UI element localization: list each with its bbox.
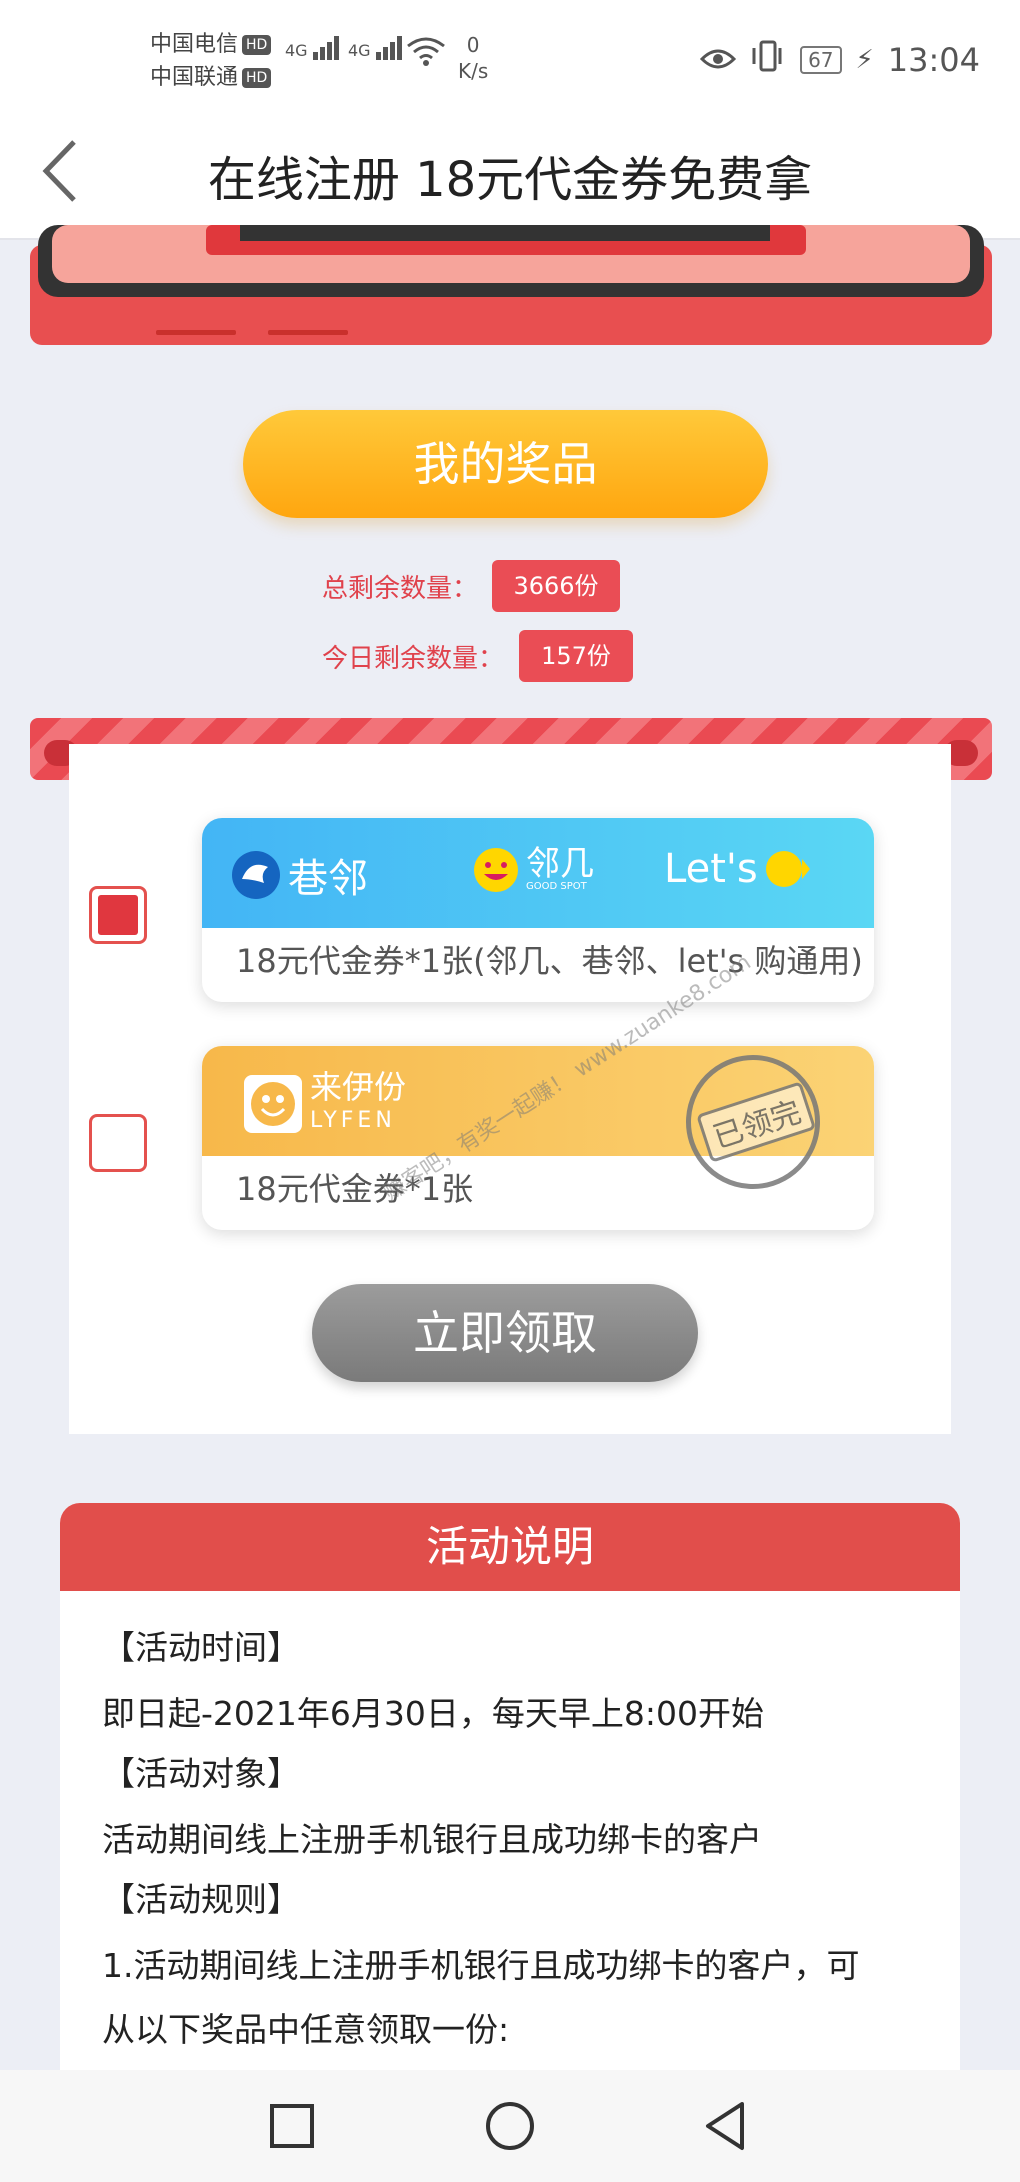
page-title: 在线注册 18元代金券免费拿 xyxy=(207,152,813,208)
charging-icon: ⚡ xyxy=(855,45,874,75)
linji-logo: 邻几 GOOD SPOT xyxy=(472,846,594,894)
rules-line: 【活动规则】 xyxy=(102,1880,300,1919)
signal-1-icon: 4G xyxy=(285,36,341,60)
xianglin-logo: 巷邻 xyxy=(230,846,368,904)
system-nav-bar xyxy=(0,2070,1020,2182)
carrier-1: 中国电信 xyxy=(150,32,239,57)
nav-bar: 在线注册 18元代金券免费拿 xyxy=(0,110,1020,240)
home-icon[interactable] xyxy=(484,2100,536,2152)
phone-illustration xyxy=(30,225,992,345)
rules-line: 从以下奖品中任意领取一份: xyxy=(102,2010,510,2049)
coupon-2-checkbox[interactable] xyxy=(89,1114,147,1172)
my-prizes-button[interactable]: 我的奖品 xyxy=(243,410,768,518)
vibrate-icon xyxy=(750,40,786,80)
laiyifen-logo: 来伊份 LYFEN xyxy=(242,1070,406,1138)
coupon-1[interactable]: 巷邻 邻几 GOOD SPOT Let's 18元代金券*1张(邻几、巷邻、le… xyxy=(202,818,874,1002)
wifi-icon xyxy=(406,36,446,70)
hd-badge: HD xyxy=(242,35,272,55)
signal-2-icon: 4G xyxy=(348,36,404,60)
total-remaining-badge: 3666份 xyxy=(492,560,620,612)
rules-line: 1.活动期间线上注册手机银行且成功绑卡的客户，可 xyxy=(102,1946,860,1985)
today-remaining-label: 今日剩余数量： xyxy=(322,644,505,674)
eye-icon xyxy=(699,41,737,79)
network-speed: 0 K/s xyxy=(458,33,489,83)
smiley-icon xyxy=(474,848,518,892)
status-bar: 中国电信 HD 中国联通 HD 4G 4G 0 K/s 67 ⚡ 13:04 xyxy=(0,0,1020,110)
total-remaining-label: 总剩余数量： xyxy=(322,574,479,604)
coupon-1-description: 18元代金券*1张(邻几、巷邻、let's 购通用) xyxy=(236,942,863,980)
today-remaining-badge: 157份 xyxy=(519,630,633,682)
rules-line: 【活动对象】 xyxy=(102,1754,300,1793)
activity-rules-panel: 活动说明 【活动时间】 即日起-2021年6月30日，每天早上8:00开始 【活… xyxy=(60,1503,960,2123)
laiyifen-icon xyxy=(244,1075,302,1133)
card-scallop-edge xyxy=(69,1420,951,1448)
coupon-1-header: 巷邻 邻几 GOOD SPOT Let's xyxy=(202,818,874,928)
battery-indicator: 67 xyxy=(800,46,842,74)
carrier-2: 中国联通 xyxy=(150,65,239,90)
rules-line: 【活动时间】 xyxy=(102,1628,300,1667)
shopping-bag-icon xyxy=(765,851,810,887)
lets-logo: Let's xyxy=(664,846,810,892)
system-icons: 67 ⚡ 13:04 xyxy=(699,40,980,80)
back-nav-icon[interactable] xyxy=(702,2100,750,2152)
rules-line: 活动期间线上注册手机银行且成功绑卡的客户 xyxy=(102,1820,762,1859)
clock: 13:04 xyxy=(887,41,980,79)
rules-title: 活动说明 xyxy=(60,1503,960,1591)
rules-line: 即日起-2021年6月30日，每天早上8:00开始 xyxy=(102,1694,764,1733)
coupon-1-checkbox[interactable] xyxy=(89,886,147,944)
hd-badge: HD xyxy=(242,68,272,88)
xianglin-icon xyxy=(232,851,280,899)
carrier-info: 中国电信 HD 中国联通 HD xyxy=(150,28,272,94)
recent-apps-icon[interactable] xyxy=(268,2102,316,2150)
claim-now-button[interactable]: 立即领取 xyxy=(312,1284,698,1382)
